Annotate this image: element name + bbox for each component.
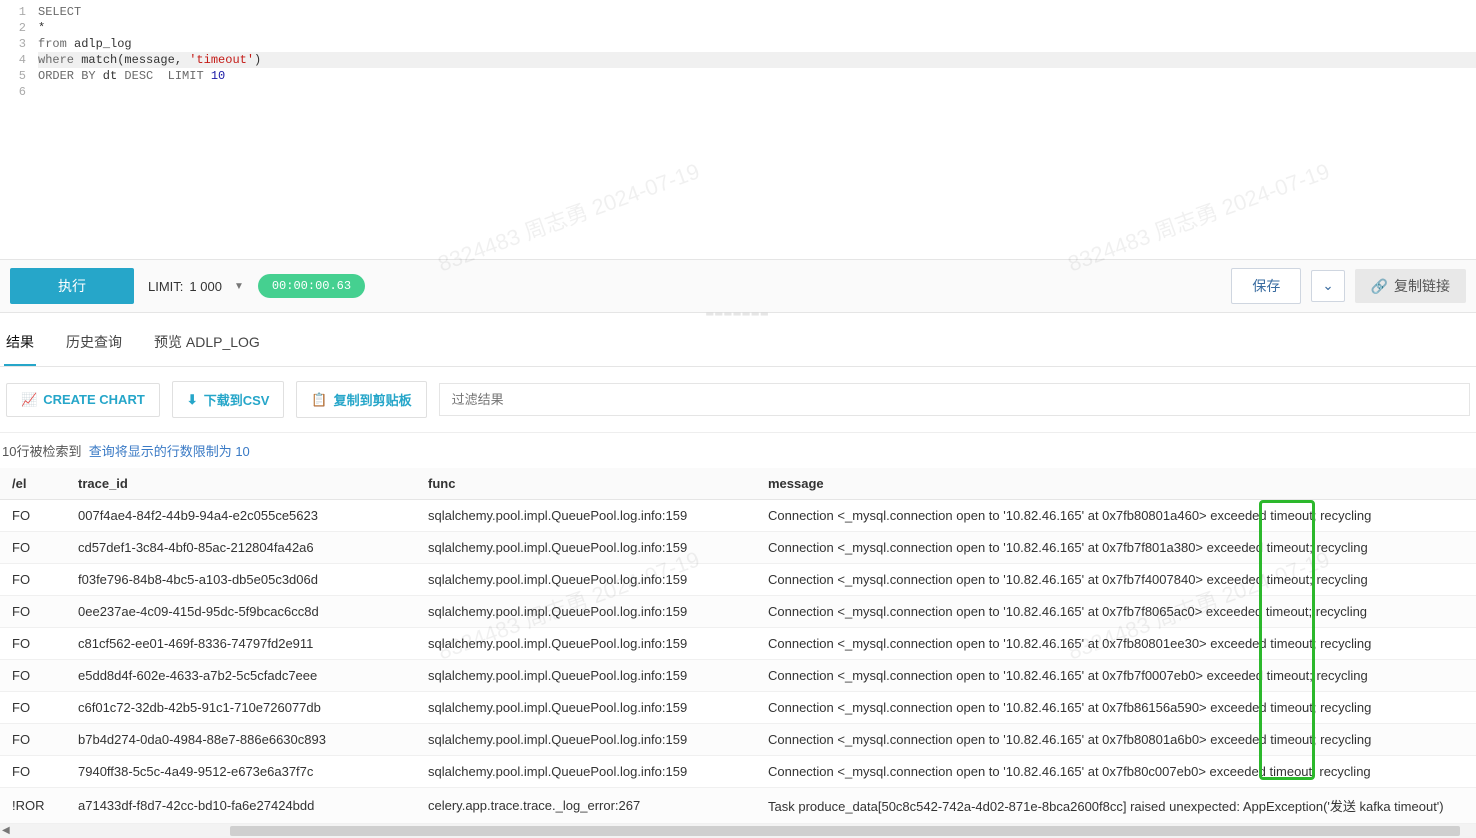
cell-func: sqlalchemy.pool.impl.QueuePool.log.info:… <box>416 564 756 596</box>
editor-gutter: 1 2 3 4 5 6 <box>0 4 38 100</box>
cell-level: FO <box>0 564 66 596</box>
scroll-left-icon[interactable]: ◀ <box>2 825 10 836</box>
cell-func: sqlalchemy.pool.impl.QueuePool.log.info:… <box>416 596 756 628</box>
cell-func: sqlalchemy.pool.impl.QueuePool.log.info:… <box>416 756 756 788</box>
cell-message: Connection <_mysql.connection open to '1… <box>756 756 1476 788</box>
cell-level: FO <box>0 596 66 628</box>
results-table: /el trace_id func message FO007f4ae4-84f… <box>0 468 1476 824</box>
table-row[interactable]: !RORa71433df-f8d7-42cc-bd10-fa6e27424bdd… <box>0 788 1476 824</box>
limit-label: LIMIT: <box>148 279 183 294</box>
cell-func: sqlalchemy.pool.impl.QueuePool.log.info:… <box>416 724 756 756</box>
link-icon: 🔗 <box>1371 278 1388 295</box>
cell-level: FO <box>0 756 66 788</box>
cell-message: Connection <_mysql.connection open to '1… <box>756 532 1476 564</box>
table-row[interactable]: FOcd57def1-3c84-4bf0-85ac-212804fa42a6sq… <box>0 532 1476 564</box>
col-header-message[interactable]: message <box>756 468 1476 500</box>
cell-level: FO <box>0 724 66 756</box>
cell-level: FO <box>0 532 66 564</box>
cell-level: FO <box>0 660 66 692</box>
filter-input[interactable] <box>439 383 1470 416</box>
cell-message: Connection <_mysql.connection open to '1… <box>756 628 1476 660</box>
cell-level: !ROR <box>0 788 66 824</box>
save-button[interactable]: 保存 <box>1231 268 1301 304</box>
table-row[interactable]: FO7940ff38-5c5c-4a49-9512-e673e6a37f7csq… <box>0 756 1476 788</box>
table-row[interactable]: FOb7b4d274-0da0-4984-88e7-886e6630c893sq… <box>0 724 1476 756</box>
watermark: 8324483 周志勇 2024-07-19 <box>433 154 704 279</box>
query-toolbar: 执行 LIMIT: 1 000 ▼ 00:00:00.63 保存 ⌄ 🔗 复制链… <box>0 260 1476 313</box>
cell-level: FO <box>0 692 66 724</box>
results-table-wrap: 8324483 周志勇 2024-07-19 8324483 周志勇 2024-… <box>0 468 1476 824</box>
row-limit-link[interactable]: 查询将显示的行数限制为 10 <box>89 444 250 459</box>
create-chart-button[interactable]: 📈 CREATE CHART <box>6 383 160 417</box>
col-header-func[interactable]: func <box>416 468 756 500</box>
save-dropdown-button[interactable]: ⌄ <box>1311 270 1344 302</box>
cell-message: Task produce_data[50c8c542-742a-4d02-871… <box>756 788 1476 824</box>
cell-func: celery.app.trace.trace._log_error:267 <box>416 788 756 824</box>
download-csv-button[interactable]: ⬇ 下载到CSV <box>172 381 285 418</box>
result-tabs: 结果 历史查询 预览 ADLP_LOG <box>0 320 1476 367</box>
cell-trace_id: 7940ff38-5c5c-4a49-9512-e673e6a37f7c <box>66 756 416 788</box>
table-row[interactable]: FOc6f01c72-32db-42b5-91c1-710e726077dbsq… <box>0 692 1476 724</box>
scroll-thumb[interactable] <box>230 826 1460 836</box>
chart-icon: 📈 <box>21 392 37 408</box>
cell-trace_id: c6f01c72-32db-42b5-91c1-710e726077db <box>66 692 416 724</box>
cell-message: Connection <_mysql.connection open to '1… <box>756 564 1476 596</box>
cell-message: Connection <_mysql.connection open to '1… <box>756 692 1476 724</box>
cell-func: sqlalchemy.pool.impl.QueuePool.log.info:… <box>416 532 756 564</box>
cell-message: Connection <_mysql.connection open to '1… <box>756 596 1476 628</box>
cell-level: FO <box>0 500 66 532</box>
table-row[interactable]: FOf03fe796-84b8-4bc5-a103-db5e05c3d06dsq… <box>0 564 1476 596</box>
cell-level: FO <box>0 628 66 660</box>
col-header-level[interactable]: /el <box>0 468 66 500</box>
run-button[interactable]: 执行 <box>10 268 134 304</box>
download-icon: ⬇ <box>187 392 198 408</box>
table-row[interactable]: FOc81cf562-ee01-469f-8336-74797fd2e911sq… <box>0 628 1476 660</box>
col-header-trace_id[interactable]: trace_id <box>66 468 416 500</box>
table-row[interactable]: FO0ee237ae-4c09-415d-95dc-5f9bcac6cc8dsq… <box>0 596 1476 628</box>
watermark: 8324483 周志勇 2024-07-19 <box>1063 154 1334 279</box>
copy-link-button[interactable]: 🔗 复制链接 <box>1355 269 1466 303</box>
cell-trace_id: 0ee237ae-4c09-415d-95dc-5f9bcac6cc8d <box>66 596 416 628</box>
table-row[interactable]: FO007f4ae4-84f2-44b9-94a4-e2c055ce5623sq… <box>0 500 1476 532</box>
cell-message: Connection <_mysql.connection open to '1… <box>756 724 1476 756</box>
cell-func: sqlalchemy.pool.impl.QueuePool.log.info:… <box>416 500 756 532</box>
tab-results[interactable]: 结果 <box>4 332 36 366</box>
cell-trace_id: cd57def1-3c84-4bf0-85ac-212804fa42a6 <box>66 532 416 564</box>
tab-history[interactable]: 历史查询 <box>64 332 124 366</box>
copy-clipboard-button[interactable]: 📋 复制到剪贴板 <box>296 381 426 418</box>
tab-preview[interactable]: 预览 ADLP_LOG <box>152 332 262 366</box>
cell-trace_id: c81cf562-ee01-469f-8336-74797fd2e911 <box>66 628 416 660</box>
results-toolbar: 📈 CREATE CHART ⬇ 下载到CSV 📋 复制到剪贴板 <box>0 367 1476 433</box>
chevron-down-icon: ⌄ <box>1322 278 1333 293</box>
editor-content[interactable]: SELECT * from adlp_log where match(messa… <box>38 4 1476 100</box>
cell-trace_id: a71433df-f8d7-42cc-bd10-fa6e27424bdd <box>66 788 416 824</box>
cell-message: Connection <_mysql.connection open to '1… <box>756 500 1476 532</box>
pane-drag-handle[interactable]: ═══════ <box>0 309 1476 320</box>
table-row[interactable]: FOe5dd8d4f-602e-4633-a7b2-5c5cfadc7eeesq… <box>0 660 1476 692</box>
cell-trace_id: e5dd8d4f-602e-4633-a7b2-5c5cfadc7eee <box>66 660 416 692</box>
cell-trace_id: f03fe796-84b8-4bc5-a103-db5e05c3d06d <box>66 564 416 596</box>
clipboard-icon: 📋 <box>311 392 327 408</box>
chevron-down-icon: ▼ <box>234 281 244 292</box>
limit-value: 1 000 <box>189 279 222 294</box>
cell-message: Connection <_mysql.connection open to '1… <box>756 660 1476 692</box>
sql-editor[interactable]: 1 2 3 4 5 6 SELECT * from adlp_log where… <box>0 0 1476 100</box>
sql-editor-pane: 1 2 3 4 5 6 SELECT * from adlp_log where… <box>0 0 1476 260</box>
cell-trace_id: 007f4ae4-84f2-44b9-94a4-e2c055ce5623 <box>66 500 416 532</box>
cell-func: sqlalchemy.pool.impl.QueuePool.log.info:… <box>416 628 756 660</box>
horizontal-scrollbar[interactable]: ◀ <box>0 824 1476 838</box>
cell-func: sqlalchemy.pool.impl.QueuePool.log.info:… <box>416 660 756 692</box>
elapsed-time: 00:00:00.63 <box>258 274 365 298</box>
cell-func: sqlalchemy.pool.impl.QueuePool.log.info:… <box>416 692 756 724</box>
cell-trace_id: b7b4d274-0da0-4984-88e7-886e6630c893 <box>66 724 416 756</box>
row-count-info: 10行被检索到 查询将显示的行数限制为 10 <box>0 433 1476 468</box>
limit-selector[interactable]: LIMIT: 1 000 ▼ <box>148 279 244 294</box>
